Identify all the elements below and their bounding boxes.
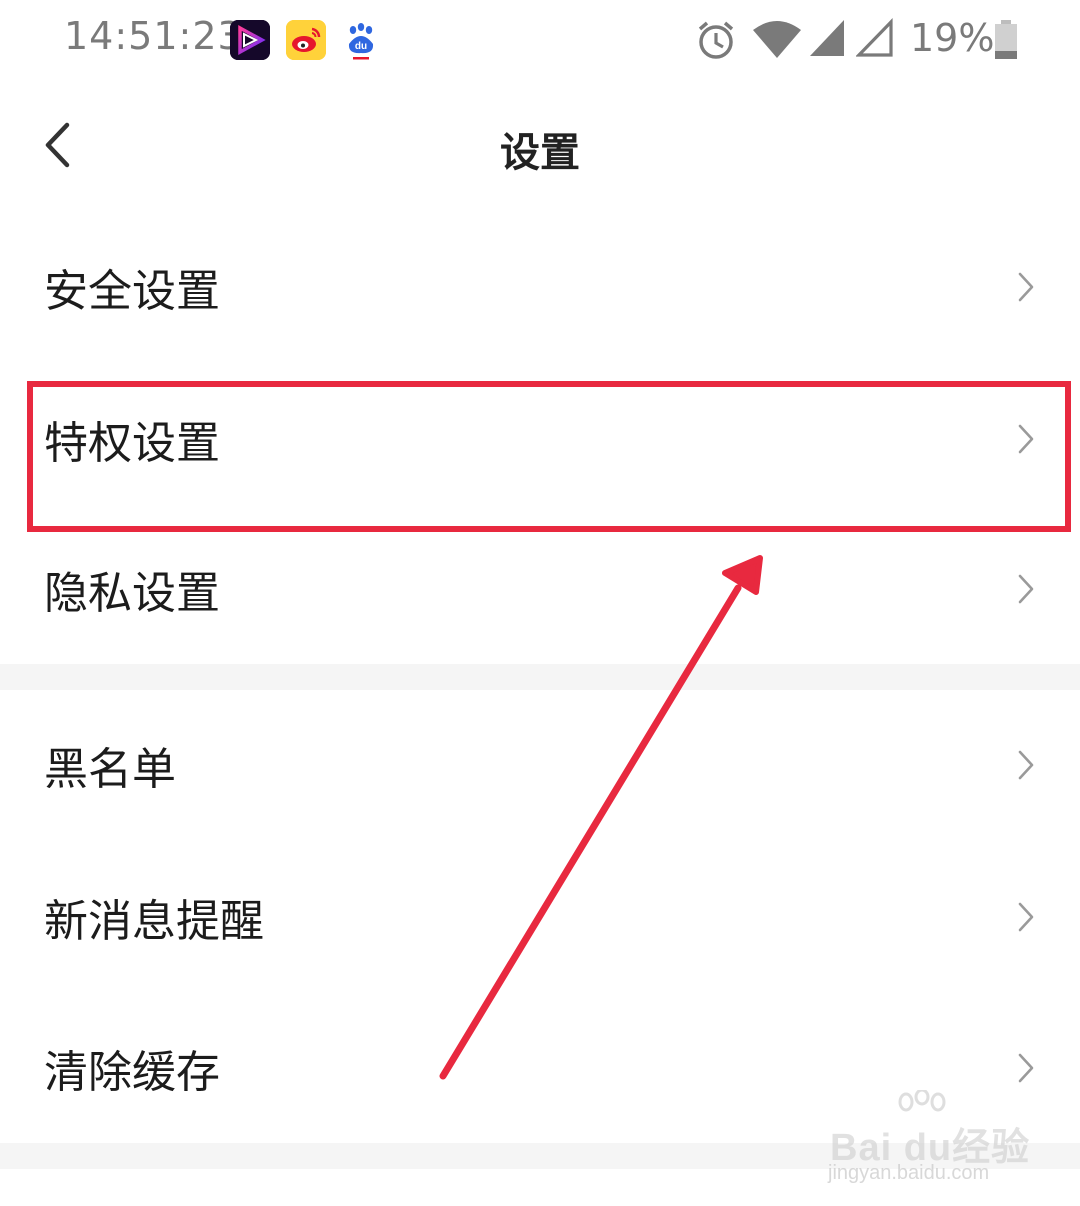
settings-item-label: 隐私设置 bbox=[44, 568, 220, 619]
chevron-right-icon bbox=[1018, 1053, 1034, 1083]
settings-item-security[interactable]: 安全设置 bbox=[0, 212, 1080, 362]
settings-item-privacy[interactable]: 隐私设置 bbox=[0, 514, 1080, 664]
svg-text:du: du bbox=[355, 41, 367, 52]
chevron-right-icon bbox=[1018, 574, 1034, 604]
wifi-icon bbox=[752, 18, 802, 64]
settings-screen: 14:51:23 du 19% 设置 安全设置 特权设置 隐私设置 黑名单 新消… bbox=[0, 0, 1080, 1206]
video-app-icon bbox=[230, 20, 270, 60]
status-time: 14:51:23 bbox=[64, 14, 243, 58]
battery-icon bbox=[994, 20, 1018, 64]
chevron-right-icon bbox=[1018, 750, 1034, 780]
settings-item-label: 安全设置 bbox=[44, 266, 220, 317]
page-title: 设置 bbox=[500, 130, 580, 176]
settings-item-privilege[interactable]: 特权设置 bbox=[0, 364, 1080, 514]
settings-item-notifications[interactable]: 新消息提醒 bbox=[0, 842, 1080, 992]
alarm-icon bbox=[696, 18, 736, 66]
settings-item-label: 黑名单 bbox=[44, 744, 176, 795]
cell-signal-empty-icon bbox=[855, 18, 894, 62]
weibo-icon bbox=[286, 20, 326, 60]
settings-item-clear-cache[interactable]: 清除缓存 bbox=[0, 993, 1080, 1143]
chevron-right-icon bbox=[1018, 902, 1034, 932]
status-bar: 14:51:23 du 19% bbox=[0, 0, 1080, 82]
baidu-icon: du bbox=[340, 20, 382, 60]
chevron-right-icon bbox=[1018, 272, 1034, 302]
section-divider bbox=[0, 1143, 1080, 1169]
chevron-right-icon bbox=[1018, 424, 1034, 454]
settings-item-blacklist[interactable]: 黑名单 bbox=[0, 690, 1080, 840]
app-header: 设置 bbox=[0, 90, 1080, 208]
settings-item-label: 特权设置 bbox=[44, 418, 220, 469]
cell-signal-icon bbox=[808, 18, 846, 62]
battery-percent: 19% bbox=[910, 16, 995, 60]
section-divider bbox=[0, 664, 1080, 690]
settings-item-label: 新消息提醒 bbox=[44, 896, 264, 947]
settings-item-label: 清除缓存 bbox=[44, 1047, 220, 1098]
